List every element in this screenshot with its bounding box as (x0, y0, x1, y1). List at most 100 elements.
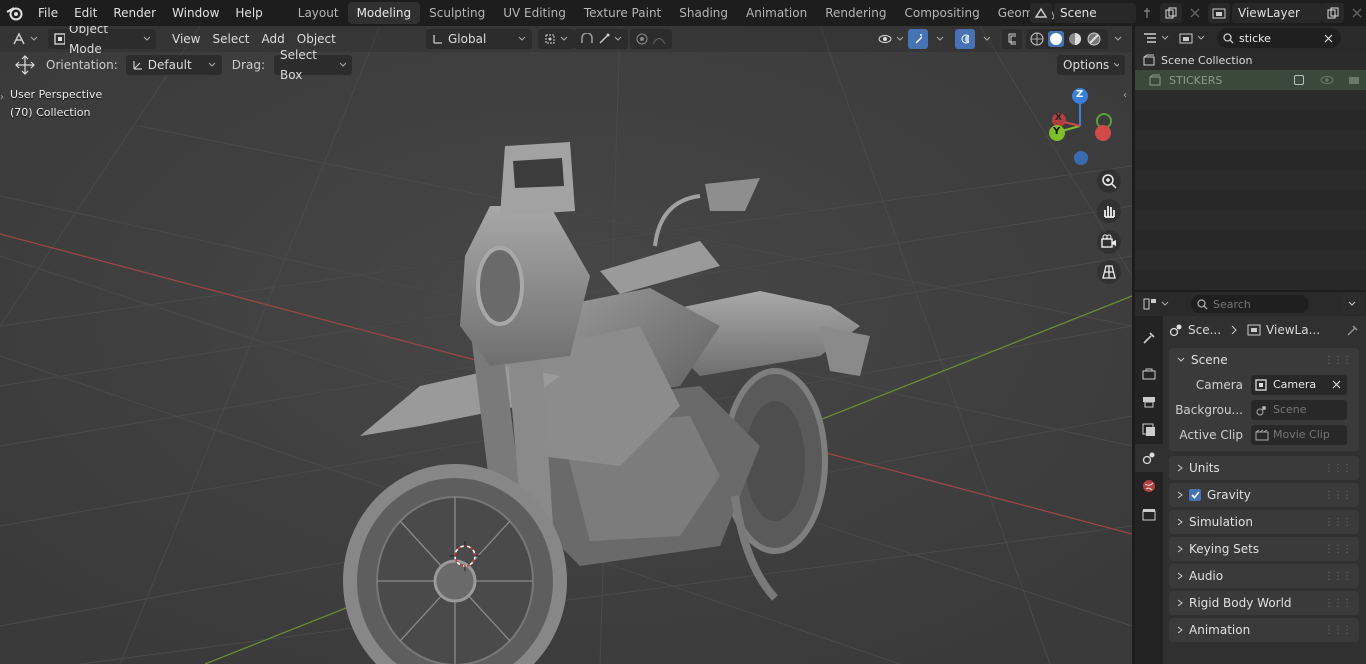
display-mode-button[interactable] (1177, 28, 1207, 48)
menu-file[interactable]: File (30, 2, 66, 24)
drag-handle-icon[interactable]: ⋮⋮⋮ (1324, 544, 1352, 555)
scene-panel-header[interactable]: Scene ⋮⋮⋮ (1169, 348, 1359, 372)
gravity-checkbox[interactable] (1189, 489, 1201, 501)
zoom-view-button[interactable] (1097, 169, 1121, 193)
outliner-item-stickers[interactable]: STICKERS (1135, 70, 1366, 90)
tab-output[interactable] (1135, 388, 1163, 416)
drag-handle-icon[interactable]: ⋮⋮⋮ (1324, 598, 1352, 609)
shading-dropdown[interactable] (1108, 29, 1128, 49)
pivot-point-button[interactable] (538, 29, 574, 49)
move-tool-icon[interactable] (14, 55, 36, 75)
scene-selector: Scene (1030, 2, 1208, 24)
drag-handle-icon[interactable]: ⋮⋮⋮ (1324, 463, 1352, 474)
tab-shading[interactable]: Shading (670, 2, 737, 24)
gizmos-dropdown[interactable] (930, 29, 950, 49)
options-button[interactable]: Options (1057, 55, 1125, 75)
tab-layout[interactable]: Layout (289, 2, 348, 24)
tab-compositing[interactable]: Compositing (895, 2, 988, 24)
collection-label: STICKERS (1169, 73, 1223, 87)
snap-button[interactable] (574, 29, 628, 49)
panel-simulation[interactable]: Simulation ⋮⋮⋮ (1169, 510, 1359, 534)
active-clip-field[interactable]: Movie Clip (1251, 424, 1347, 445)
drag-handle-icon[interactable]: ⋮⋮⋮ (1324, 355, 1352, 366)
scene-name-field[interactable]: Scene (1054, 3, 1136, 23)
panel-keying-sets[interactable]: Keying Sets ⋮⋮⋮ (1169, 537, 1359, 561)
camera-view-button[interactable] (1097, 230, 1121, 254)
xray-toggle[interactable] (1002, 29, 1022, 49)
panel-rigid-body-world[interactable]: Rigid Body World ⋮⋮⋮ (1169, 591, 1359, 615)
viewport-info-overlay: User Perspective (70) Collection (10, 86, 102, 122)
menu-window[interactable]: Window (164, 2, 227, 24)
gizmos-toggle[interactable] (908, 29, 928, 49)
camera-field[interactable]: Camera (1251, 374, 1347, 395)
properties-editor-type-button[interactable] (1141, 294, 1171, 314)
new-view-layer-icon[interactable] (1322, 3, 1344, 23)
tab-uv-editing[interactable]: UV Editing (494, 2, 575, 24)
editor-type-button[interactable] (6, 29, 44, 49)
exclude-checkbox[interactable] (1294, 75, 1304, 85)
falloff-curve-icon (652, 38, 666, 45)
drag-handle-icon[interactable]: ⋮⋮⋮ (1324, 571, 1352, 582)
tab-animation[interactable]: Animation (737, 2, 816, 24)
blender-logo-icon[interactable] (0, 0, 30, 26)
chevron-down-icon (1161, 35, 1169, 40)
tab-texture-paint[interactable]: Texture Paint (575, 2, 670, 24)
menu-edit[interactable]: Edit (66, 2, 105, 24)
tab-scene[interactable] (1135, 444, 1163, 472)
toolbar-expand-icon[interactable]: › (0, 92, 4, 103)
outliner-editor-type-button[interactable] (1141, 28, 1171, 48)
proportional-editing-button[interactable] (630, 29, 672, 49)
orientation-selector[interactable]: Default (125, 55, 222, 75)
solid-shading-icon[interactable] (1048, 31, 1064, 47)
overlays-dropdown[interactable] (977, 29, 997, 49)
drag-handle-icon[interactable]: ⋮⋮⋮ (1324, 625, 1352, 636)
tab-modeling[interactable]: Modeling (347, 2, 421, 24)
panel-audio[interactable]: Audio ⋮⋮⋮ (1169, 564, 1359, 588)
outliner-search[interactable]: sticke (1217, 28, 1341, 48)
drag-handle-icon[interactable]: ⋮⋮⋮ (1324, 490, 1352, 501)
3d-viewport[interactable]: Z Y X Object Mode View Select Add Object… (0, 26, 1132, 664)
chevron-right-icon (1177, 518, 1183, 526)
tab-world[interactable] (1135, 472, 1163, 500)
menu-select[interactable]: Select (206, 29, 255, 49)
snap-magnet-icon (581, 33, 593, 43)
menu-help[interactable]: Help (227, 2, 270, 24)
tab-rendering[interactable]: Rendering (816, 2, 895, 24)
background-field[interactable]: Scene (1251, 399, 1347, 420)
wireframe-shading-icon[interactable] (1029, 31, 1045, 47)
ortho-toggle-button[interactable] (1097, 260, 1121, 284)
transform-orientation-selector[interactable]: Global (426, 29, 532, 49)
camera-value: Camera (1273, 378, 1317, 391)
material-shading-icon[interactable] (1067, 31, 1083, 47)
view-layer-icon[interactable] (1208, 3, 1230, 23)
delete-view-layer-icon[interactable] (1346, 3, 1366, 23)
pin-icon[interactable] (1136, 3, 1158, 23)
panel-units[interactable]: Units ⋮⋮⋮ (1169, 456, 1359, 480)
scene-collection-row[interactable]: Scene Collection (1135, 50, 1366, 70)
panel-animation[interactable]: Animation ⋮⋮⋮ (1169, 618, 1359, 642)
menu-render[interactable]: Render (105, 2, 164, 24)
mode-selector[interactable]: Object Mode (48, 26, 156, 56)
menu-view[interactable]: View (166, 29, 206, 49)
overlays-toggle[interactable] (955, 29, 975, 49)
panel-rigid-body-world-label: Rigid Body World (1189, 596, 1292, 610)
scene-icon[interactable] (1030, 3, 1052, 23)
properties-options-button[interactable] (1342, 294, 1362, 314)
drag-handle-icon[interactable]: ⋮⋮⋮ (1324, 517, 1352, 528)
pan-view-button[interactable] (1097, 199, 1121, 223)
tab-tool[interactable] (1135, 324, 1163, 352)
tab-view-layer[interactable] (1135, 416, 1163, 444)
view-layer-name-field[interactable]: ViewLayer (1232, 3, 1322, 23)
tab-render[interactable] (1135, 360, 1163, 388)
properties-search[interactable]: Search (1191, 295, 1309, 313)
tab-sculpting[interactable]: Sculpting (420, 2, 494, 24)
new-scene-icon[interactable] (1160, 3, 1182, 23)
rendered-shading-icon[interactable] (1086, 31, 1102, 47)
visibility-button[interactable] (872, 29, 910, 49)
global-orientation-icon (433, 35, 442, 44)
sidebar-expand-icon[interactable]: ‹ (1123, 90, 1127, 101)
drag-selector[interactable]: Select Box (273, 48, 352, 82)
delete-scene-icon[interactable] (1184, 3, 1206, 23)
panel-gravity[interactable]: Gravity ⋮⋮⋮ (1169, 483, 1359, 507)
tab-collection[interactable] (1135, 500, 1163, 528)
